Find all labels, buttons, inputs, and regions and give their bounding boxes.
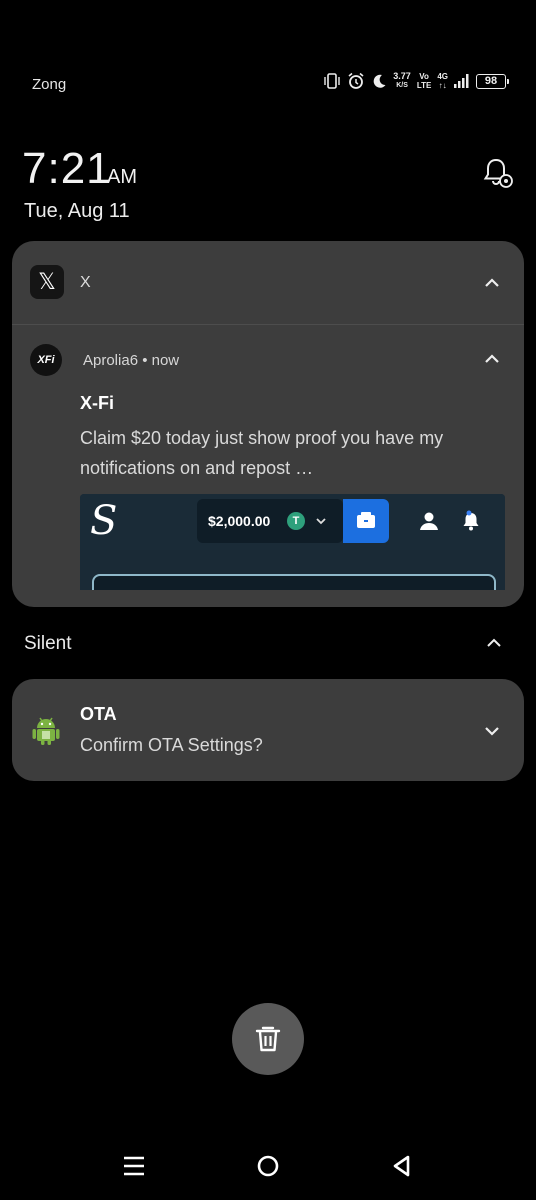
volte-indicator: Vo LTE <box>417 72 432 90</box>
network-speed: 3.77 K/S <box>393 72 411 90</box>
collapse-silent-button[interactable] <box>484 633 504 653</box>
signal-icon <box>454 74 470 88</box>
speed-unit: K/S <box>396 82 408 89</box>
silent-section-label: Silent <box>24 633 72 654</box>
preview-balance-pill: $2,000.00 T <box>197 499 343 543</box>
network-type-top: 4G <box>437 72 448 81</box>
battery-indicator: 98 <box>476 73 509 89</box>
divider <box>12 324 524 325</box>
network-type-bottom: ↑↓ <box>438 81 447 90</box>
android-app-icon <box>32 715 60 745</box>
sender-avatar: XFi <box>30 344 62 376</box>
chevron-up-icon <box>485 354 499 363</box>
bell-settings-icon <box>483 158 513 188</box>
chevron-down-icon <box>485 727 499 736</box>
carrier-name: Zong <box>32 76 67 93</box>
expand-ota-button[interactable] <box>482 721 502 741</box>
back-button[interactable] <box>388 1152 416 1180</box>
notification-bell-icon <box>463 510 479 531</box>
status-icons: 3.77 K/S Vo LTE 4G ↑↓ 98 <box>323 72 509 90</box>
clock-date: Tue, Aug 11 <box>24 200 130 222</box>
tether-coin-icon: T <box>287 512 305 530</box>
notification-sender: Aprolia6 • now <box>83 352 180 369</box>
home-button[interactable] <box>254 1152 282 1180</box>
notification-card-ota[interactable]: OTA Confirm OTA Settings? <box>12 679 524 781</box>
do-not-disturb-moon-icon <box>371 73 387 89</box>
notification-card-x[interactable]: 𝕏 X XFi Aprolia6 • now X-Fi Claim $20 to… <box>12 241 524 607</box>
app-name: X <box>80 274 91 291</box>
speed-value: 3.77 <box>393 71 411 81</box>
x-app-icon: 𝕏 <box>30 265 64 299</box>
network-type: 4G ↑↓ <box>437 72 448 90</box>
chevron-down-icon <box>316 518 326 525</box>
clock-ampm: AM <box>107 166 137 188</box>
notification-title: X-Fi <box>80 393 114 413</box>
status-bar: Zong 3.77 K/S Vo LTE 4G ↑↓ 98 <box>0 68 536 100</box>
back-triangle-icon <box>393 1155 410 1177</box>
collapse-group-button[interactable] <box>482 273 502 293</box>
volte-bottom: LTE <box>416 81 432 90</box>
notification-image-preview[interactable]: S $2,000.00 T <box>80 494 505 590</box>
alarm-icon <box>347 72 365 90</box>
user-icon <box>420 512 438 530</box>
wallet-icon <box>357 512 375 528</box>
notification-body: Claim $20 today just show proof you have… <box>80 428 444 478</box>
vibrate-icon <box>323 73 341 89</box>
preview-balance: $2,000.00 <box>208 513 271 529</box>
preview-wallet-button <box>343 499 389 543</box>
clock-time: 7:21 <box>22 144 112 193</box>
ota-notification-title: OTA <box>80 704 117 724</box>
chevron-up-icon <box>487 638 501 647</box>
preview-inner-panel <box>92 574 496 590</box>
collapse-notification-button[interactable] <box>482 349 502 369</box>
navigation-bar <box>0 1140 536 1188</box>
volte-top: Vo <box>419 72 429 81</box>
notification-group-header[interactable]: 𝕏 X <box>12 241 524 325</box>
notification-settings-button[interactable] <box>480 155 516 191</box>
recents-button[interactable] <box>120 1152 148 1180</box>
ota-notification-body: Confirm OTA Settings? <box>80 735 263 755</box>
home-circle-icon <box>257 1155 279 1177</box>
chevron-up-icon <box>485 278 499 287</box>
clear-all-notifications-button[interactable] <box>232 1003 304 1075</box>
trash-icon <box>255 1026 281 1052</box>
menu-lines-icon <box>124 1156 144 1176</box>
preview-logo: S <box>90 498 118 544</box>
